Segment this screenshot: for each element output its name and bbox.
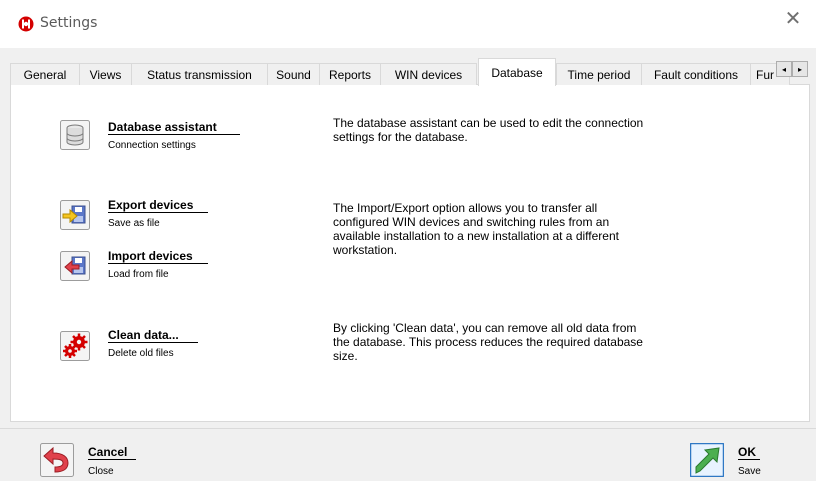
- database-assistant-description: The database assistant can be used to ed…: [333, 116, 644, 144]
- tab-sound[interactable]: Sound: [267, 63, 320, 85]
- divider: [108, 263, 208, 264]
- cancel-title: Cancel: [88, 445, 128, 459]
- window-title: Settings: [40, 15, 98, 31]
- divider: [88, 459, 136, 460]
- import-devices-subtitle: Load from file: [108, 269, 169, 280]
- gears-icon: [60, 331, 90, 361]
- export-file-icon: [60, 200, 90, 230]
- tab-scroll-right-button[interactable]: ▸: [792, 61, 808, 77]
- clean-data-subtitle: Delete old files: [108, 348, 174, 359]
- tab-strip: General Views Status transmission Sound …: [10, 58, 810, 86]
- divider: [108, 134, 240, 135]
- tab-reports[interactable]: Reports: [319, 63, 381, 85]
- title-bar: Settings ✕: [0, 0, 816, 48]
- footer-divider: [0, 428, 816, 429]
- clean-data-title: Clean data...: [108, 328, 179, 342]
- tab-status-transmission[interactable]: Status transmission: [131, 63, 268, 85]
- divider: [738, 459, 760, 460]
- undo-arrow-icon: [40, 443, 74, 477]
- divider: [108, 212, 208, 213]
- chevron-left-icon: ◂: [781, 64, 786, 74]
- import-file-icon: [60, 251, 90, 281]
- export-devices-subtitle: Save as file: [108, 218, 160, 229]
- tab-win-devices[interactable]: WIN devices: [380, 63, 477, 85]
- database-icon: [60, 120, 90, 150]
- database-assistant-title: Database assistant: [108, 120, 217, 134]
- confirm-arrow-icon: [690, 443, 724, 477]
- chevron-right-icon: ▸: [797, 64, 802, 74]
- tab-fault-conditions[interactable]: Fault conditions: [641, 63, 751, 85]
- ok-subtitle: Save: [738, 466, 761, 477]
- tab-database[interactable]: Database: [478, 58, 556, 86]
- import-export-description: The Import/Export option allows you to t…: [333, 201, 619, 257]
- cancel-subtitle: Close: [88, 466, 114, 477]
- database-assistant-subtitle: Connection settings: [108, 140, 196, 151]
- close-icon: ✕: [784, 6, 802, 30]
- tab-time-period[interactable]: Time period: [556, 63, 642, 85]
- ok-title: OK: [738, 445, 756, 459]
- divider: [108, 342, 198, 343]
- export-devices-title: Export devices: [108, 198, 194, 212]
- clean-data-description: By clicking 'Clean data', you can remove…: [333, 321, 643, 363]
- tab-general[interactable]: General: [10, 63, 80, 85]
- close-button[interactable]: ✕: [770, 0, 816, 36]
- tab-views[interactable]: Views: [79, 63, 132, 85]
- tab-scroll-left-button[interactable]: ◂: [776, 61, 792, 77]
- import-devices-title: Import devices: [108, 249, 193, 263]
- app-logo-icon: [18, 16, 34, 32]
